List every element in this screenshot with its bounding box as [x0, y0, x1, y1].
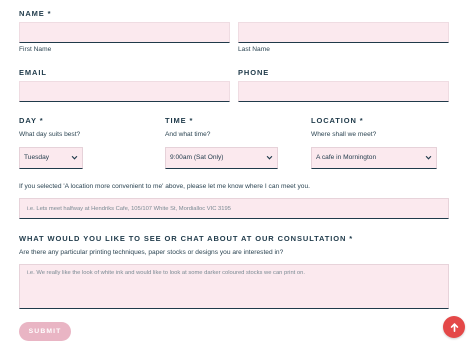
chevron-down-icon [266, 155, 273, 160]
location-selected-value: A cafe in Mornington [316, 154, 377, 161]
location-question: Where shall we meet? [311, 131, 377, 138]
chevron-down-icon [71, 155, 78, 160]
time-label: TIME * [165, 116, 194, 125]
last-name-input[interactable] [238, 22, 449, 43]
day-selected-value: Tuesday [24, 154, 50, 161]
submit-button[interactable]: SUBMIT [19, 322, 71, 341]
first-name-input[interactable] [19, 22, 230, 43]
day-label: DAY * [19, 116, 44, 125]
time-select[interactable]: 9:00am (Sat Only) [165, 147, 278, 169]
consultation-placeholder: i.e. We really like the look of white in… [27, 270, 305, 276]
first-name-sublabel: First Name [19, 46, 52, 53]
name-label: NAME * [19, 9, 52, 18]
consultation-question: Are there any particular printing techni… [19, 249, 284, 256]
last-name-sublabel: Last Name [238, 46, 270, 53]
scroll-to-top-button[interactable] [443, 316, 465, 338]
email-input[interactable] [19, 81, 230, 102]
email-label: EMAIL [19, 68, 47, 77]
location-select[interactable]: A cafe in Mornington [311, 147, 437, 169]
phone-input[interactable] [238, 81, 449, 102]
alt-location-help-text: If you selected 'A location more conveni… [19, 183, 310, 190]
location-label: LOCATION * [311, 116, 364, 125]
alt-location-placeholder: i.e. Lets meet halfway at Hendriks Cafe,… [27, 206, 231, 212]
arrow-up-icon [450, 322, 458, 332]
time-question: And what time? [165, 131, 211, 138]
chevron-down-icon [425, 155, 432, 160]
consultation-label: WHAT WOULD YOU LIKE TO SEE OR CHAT ABOUT… [19, 234, 354, 243]
consultation-textarea[interactable]: i.e. We really like the look of white in… [19, 264, 449, 309]
alt-location-input[interactable]: i.e. Lets meet halfway at Hendriks Cafe,… [19, 198, 449, 219]
phone-label: PHONE [238, 68, 270, 77]
time-selected-value: 9:00am (Sat Only) [170, 154, 224, 161]
day-question: What day suits best? [19, 131, 81, 138]
day-select[interactable]: Tuesday [19, 147, 83, 169]
